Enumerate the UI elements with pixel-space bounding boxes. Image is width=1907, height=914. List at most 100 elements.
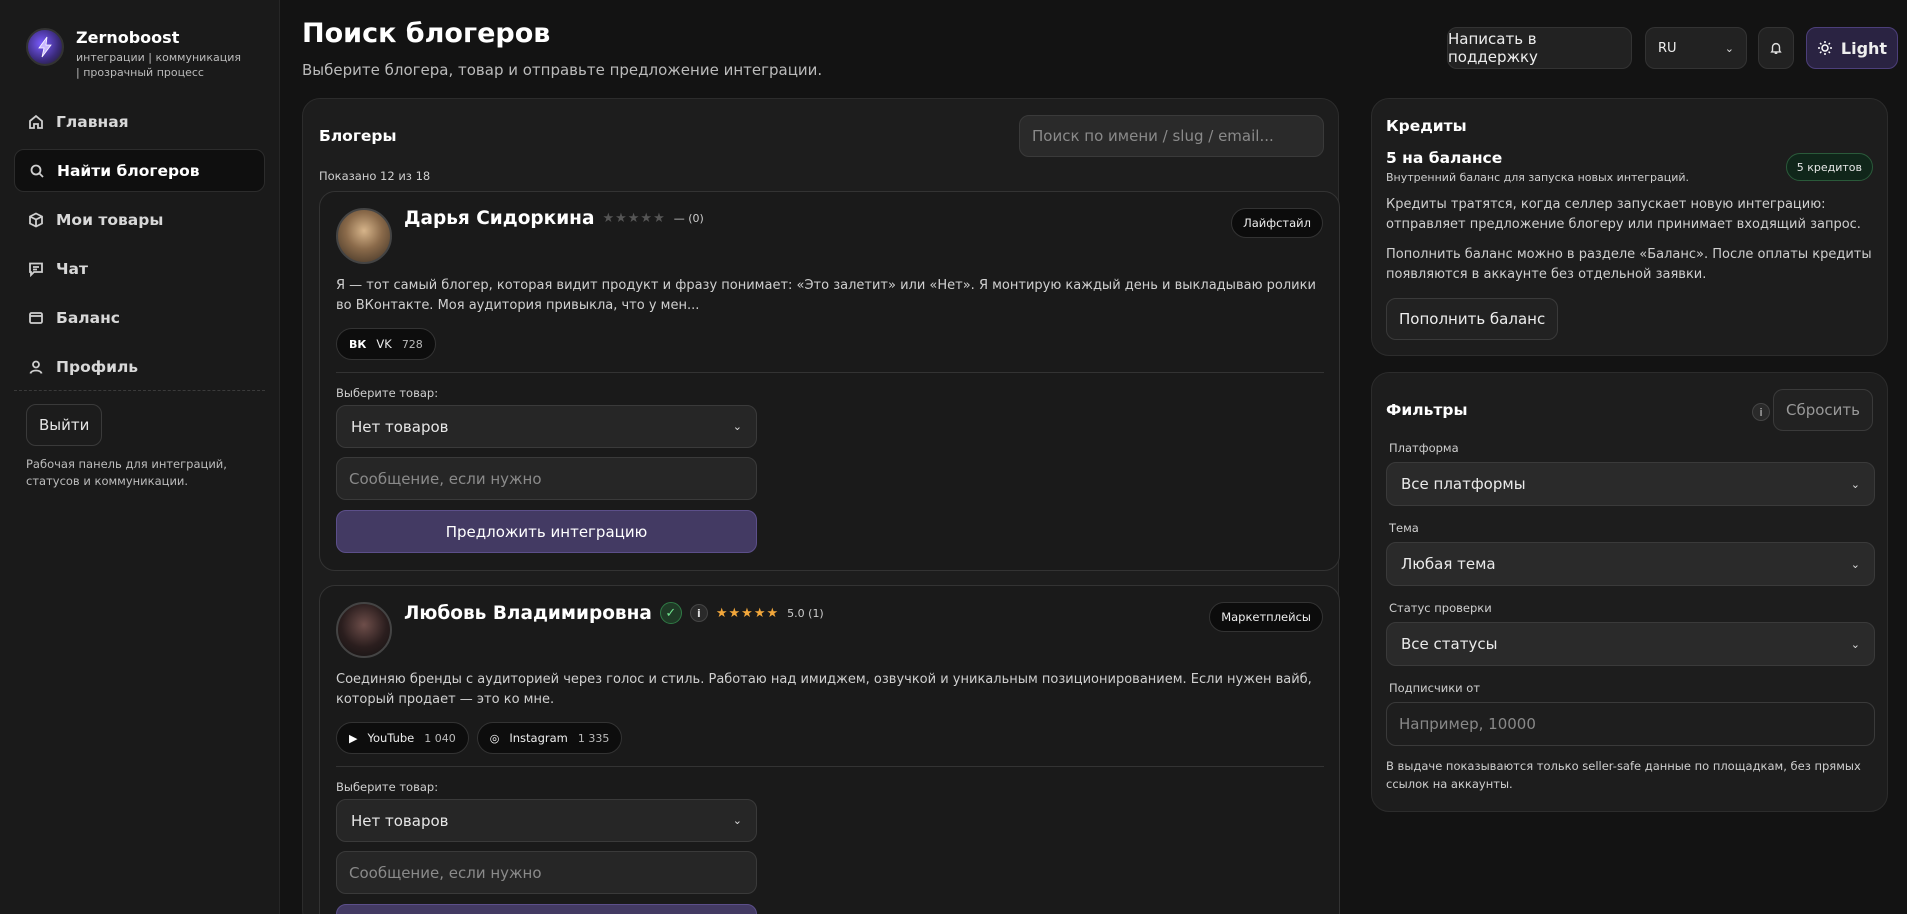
message-input[interactable]: Сообщение, если нужно <box>336 851 757 894</box>
platform-name: YouTube <box>367 731 415 745</box>
product-select[interactable]: Нет товаров ⌄ <box>336 799 757 842</box>
chevron-down-icon: ⌄ <box>732 420 742 433</box>
divider <box>336 766 1324 767</box>
language-value: RU <box>1658 40 1677 56</box>
verified-icon: ✓ <box>659 602 682 624</box>
rating-stars: ★★★★★ <box>715 605 780 621</box>
sidebar-item-balance[interactable]: Баланс <box>14 296 265 339</box>
shown-count: Показано 12 из 18 <box>319 169 431 183</box>
product-select[interactable]: Нет товаров ⌄ <box>336 405 757 448</box>
platform-name: VK <box>376 337 392 351</box>
page-title: Поиск блогеров <box>302 18 551 49</box>
sidebar-item-chat[interactable]: Чат <box>14 247 265 290</box>
info-icon[interactable]: i <box>689 604 708 622</box>
avatar[interactable] <box>336 602 392 658</box>
vk-icon: ВК <box>349 337 367 351</box>
sidebar-item-profile[interactable]: Профиль <box>14 345 265 388</box>
instagram-icon: ◎ <box>489 731 500 745</box>
platform-count: 1 335 <box>577 731 610 745</box>
credits-title: Кредиты <box>1386 117 1467 135</box>
logout-button[interactable]: Выйти <box>26 404 103 446</box>
logo-icon <box>26 28 64 66</box>
sidebar-item-label: Чат <box>56 259 88 278</box>
box-icon <box>29 211 43 228</box>
select-product-label: Выберите товар: <box>336 386 439 400</box>
chevron-down-icon: ⌄ <box>1724 41 1734 55</box>
platform-list: ВК VK 728 <box>336 328 436 360</box>
platform-filter-label: Платформа <box>1389 441 1459 455</box>
credits-balance: 5 на балансе <box>1386 149 1503 167</box>
youtube-icon: ▶ <box>349 731 358 745</box>
category-tag: Лайфстайл <box>1231 208 1323 238</box>
sidebar-item-find-bloggers[interactable]: Найти блогеров <box>14 149 265 192</box>
language-select[interactable]: RU ⌄ <box>1645 27 1747 69</box>
sidebar-item-label: Профиль <box>56 357 139 376</box>
blogger-bio: Я — тот самый блогер, которая видит прод… <box>336 278 1316 313</box>
chevron-down-icon: ⌄ <box>732 814 742 827</box>
status-select[interactable]: Все статусы ⌄ <box>1386 622 1875 666</box>
blogger-card: Дарья Сидоркина ★★★★★ — (0) Лайфстайл Я … <box>319 191 1340 571</box>
blogger-header: Дарья Сидоркина ★★★★★ — (0) <box>404 208 704 229</box>
platform-name: Instagram <box>509 731 568 745</box>
credits-badge: 5 кредитов <box>1785 153 1873 181</box>
propose-integration-button[interactable]: Предложить интеграцию <box>336 904 757 914</box>
sidebar-note: Рабочая панель для интеграций, статусов … <box>26 457 227 488</box>
select-product-label: Выберите товар: <box>336 780 439 794</box>
brand-name: Zernoboost <box>76 28 180 47</box>
blogger-name[interactable]: Любовь Владимировна <box>404 603 652 624</box>
sidebar: Zernoboost интеграции | коммуникация | п… <box>0 0 280 914</box>
avatar[interactable] <box>336 208 392 264</box>
topic-select[interactable]: Любая тема ⌄ <box>1386 542 1875 586</box>
platform-chip-vk: ВК VK 728 <box>336 328 436 360</box>
credits-balance-sub: Внутренний баланс для запуска новых инте… <box>1386 171 1689 184</box>
subscribers-input[interactable]: Например, 10000 <box>1386 702 1875 746</box>
credits-text-2: Пополнить баланс можно в разделе «Баланс… <box>1386 247 1872 282</box>
product-select-value: Нет товаров <box>351 417 449 436</box>
page-subtitle: Выберите блогера, товар и отправьте пред… <box>302 61 823 79</box>
theme-toggle[interactable]: Light <box>1806 27 1898 69</box>
chat-icon <box>29 262 43 277</box>
topic-select-value: Любая тема <box>1401 555 1496 573</box>
sidebar-item-label: Главная <box>56 112 129 131</box>
sidebar-item-label: Баланс <box>56 308 120 327</box>
sidebar-nav: Главная Найти блогеров Мои товары Чат Ба… <box>14 100 265 394</box>
wallet-icon <box>29 311 43 324</box>
chevron-down-icon: ⌄ <box>1850 557 1860 571</box>
sidebar-item-my-products[interactable]: Мои товары <box>14 198 265 241</box>
info-icon[interactable]: i <box>1752 403 1770 421</box>
rating-text: 5.0 (1) <box>787 606 824 620</box>
platform-select[interactable]: Все платформы ⌄ <box>1386 462 1875 506</box>
bloggers-title: Блогеры <box>319 127 397 145</box>
propose-integration-button[interactable]: Предложить интеграцию <box>336 510 757 553</box>
sun-icon <box>1817 41 1832 55</box>
filters-title: Фильтры <box>1386 401 1468 419</box>
platform-count: 1 040 <box>424 731 456 745</box>
nav-divider <box>14 390 265 391</box>
blogger-header: Любовь Владимировна ✓ i ★★★★★ 5.0 (1) <box>404 602 824 624</box>
chevron-down-icon: ⌄ <box>1850 477 1860 491</box>
blogger-name[interactable]: Дарья Сидоркина <box>404 208 594 229</box>
brand-tagline: интеграции | коммуникация | прозрачный п… <box>76 51 241 79</box>
bell-icon <box>1770 42 1782 54</box>
notifications-button[interactable] <box>1758 27 1794 69</box>
search-input[interactable] <box>1019 115 1324 157</box>
credits-text-1: Кредиты тратятся, когда селлер запускает… <box>1386 197 1861 232</box>
platform-list: ▶ YouTube 1 040 ◎ Instagram 1 335 <box>336 722 623 754</box>
product-select-value: Нет товаров <box>351 811 449 830</box>
bloggers-panel: Блогеры Показано 12 из 18 Дарья Сидоркин… <box>302 98 1340 914</box>
search-icon <box>30 164 44 178</box>
rating-stars: ★★★★★ <box>602 211 666 226</box>
message-input[interactable]: Сообщение, если нужно <box>336 457 757 500</box>
filters-note: В выдаче показываются только seller-safe… <box>1386 759 1861 791</box>
reset-button[interactable]: Сбросить <box>1773 389 1873 431</box>
platform-chip-instagram: ◎ Instagram 1 335 <box>476 722 623 754</box>
top-up-button[interactable]: Пополнить баланс <box>1386 298 1559 340</box>
credits-panel: Кредиты 5 на балансе Внутренний баланс д… <box>1371 98 1888 356</box>
theme-label: Light <box>1840 38 1888 58</box>
platform-count: 728 <box>401 337 423 351</box>
status-filter-label: Статус проверки <box>1389 601 1492 615</box>
sidebar-item-home[interactable]: Главная <box>14 100 265 143</box>
support-button[interactable]: Написать в поддержку <box>1447 27 1632 69</box>
rating-text: — (0) <box>673 212 704 225</box>
blogger-card: Любовь Владимировна ✓ i ★★★★★ 5.0 (1) Ма… <box>319 585 1340 914</box>
